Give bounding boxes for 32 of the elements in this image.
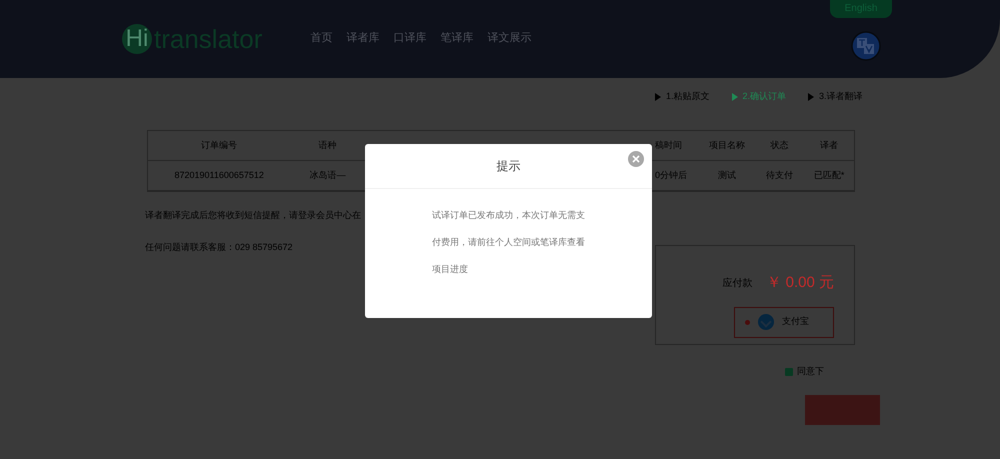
step-tab[interactable]: 2.确认订单 xyxy=(732,90,786,104)
nav-link[interactable]: 译文展示 xyxy=(487,30,532,46)
nav-link[interactable]: 译者库 xyxy=(346,30,380,46)
table-cell-text: 待支付 xyxy=(764,168,794,182)
table-cell-text: 0分钟后 xyxy=(654,168,688,182)
nav-link[interactable]: 首页 xyxy=(310,30,332,46)
checkbox[interactable] xyxy=(785,368,793,376)
column-header: 译者 xyxy=(819,138,840,152)
close-button[interactable] xyxy=(628,151,644,167)
nav-link[interactable]: 口译库 xyxy=(393,30,426,46)
agreement-text: 同意下 xyxy=(797,365,824,378)
dialog-title: 提示 xyxy=(496,158,520,175)
column-header: 稿时间 xyxy=(654,138,683,152)
close-icon xyxy=(632,155,640,163)
column-header: 订单编号 xyxy=(200,138,238,152)
dialog-message: 试译订单已发布成功，本次订单无需支付费用，请前往个人空间或笔译库查看项目进度 xyxy=(432,209,586,276)
table-cell-text: 测试 xyxy=(717,168,738,182)
nav-link[interactable]: 笔译库 xyxy=(440,30,474,46)
translate-icon[interactable] xyxy=(851,31,881,61)
column-header: 状态 xyxy=(769,138,790,152)
step-tab[interactable]: 1.粘贴原文 xyxy=(655,90,710,104)
column-header: 语种 xyxy=(318,138,338,152)
column-header: 项目名称 xyxy=(708,138,746,152)
table-cell-text: 冰岛语— xyxy=(308,168,347,182)
notice-text: 译者翻译完成后您将收到短信提醒，请登录会员中心在 xyxy=(145,210,361,221)
table-cell-text: 872019011600657512 xyxy=(173,168,265,182)
step-tab[interactable]: 3.译者翻译 xyxy=(808,90,863,104)
payment-option[interactable]: 支付宝 xyxy=(734,306,834,338)
payment-amount: ￥ 0.00 元 xyxy=(766,273,834,293)
table-cell-text: 已匹配* xyxy=(812,168,846,182)
notice-text: 任何问题请联系客服：029 85795672 xyxy=(145,242,293,253)
payment-label: 应付款 xyxy=(722,276,752,291)
